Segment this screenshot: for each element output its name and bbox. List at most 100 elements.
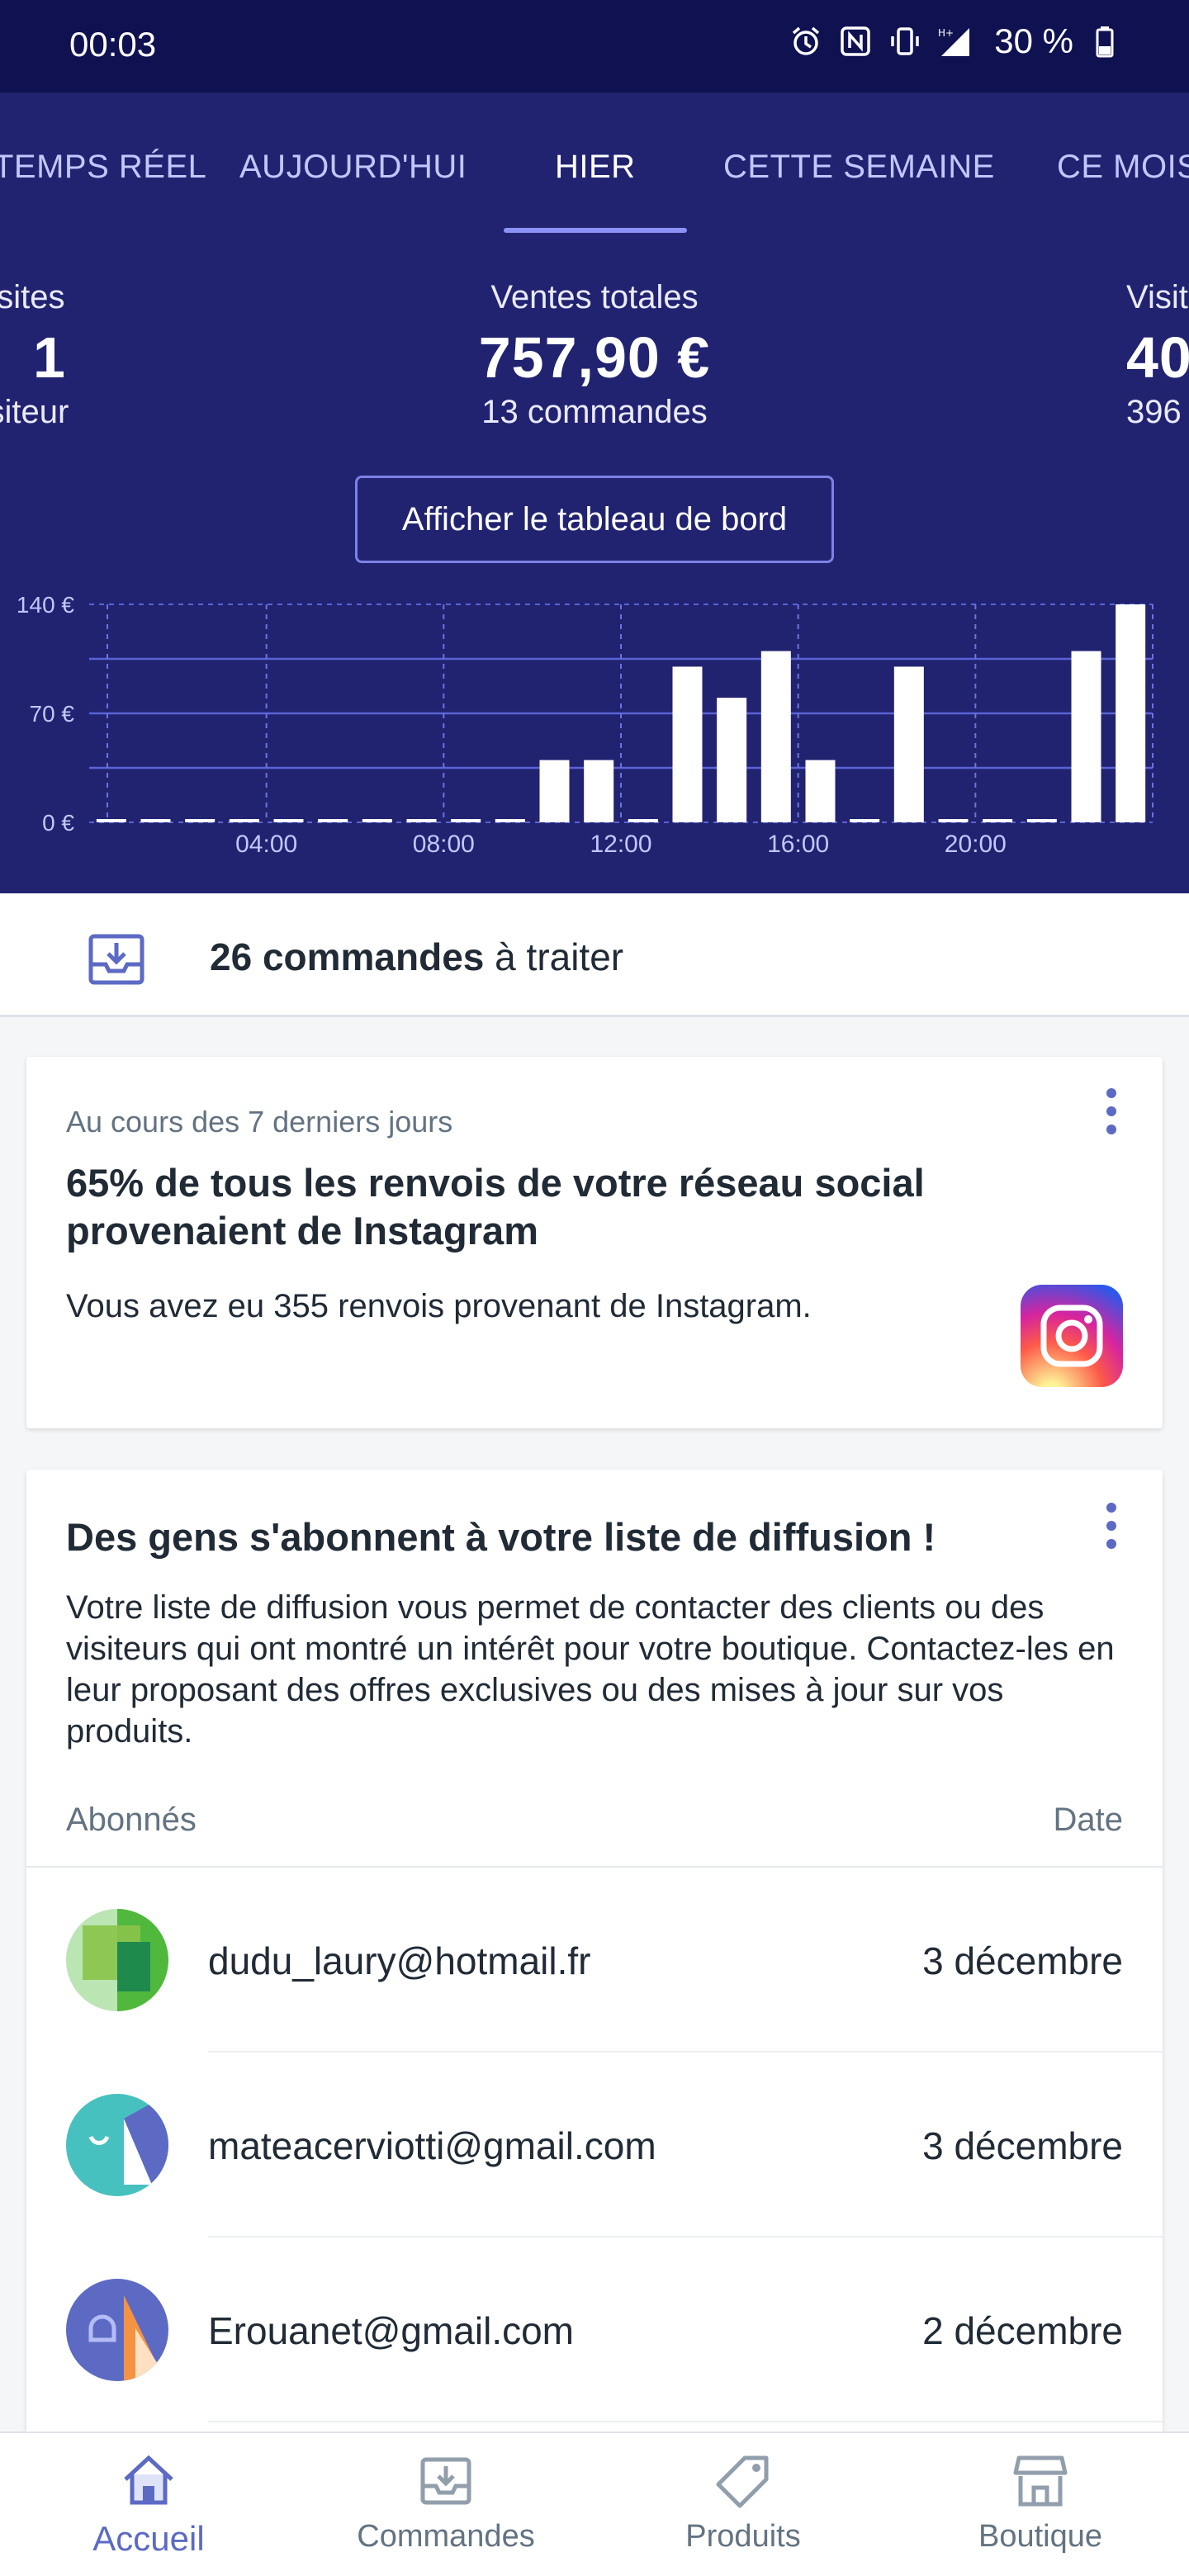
y-tick-label: 0 € [42, 810, 74, 836]
avatar [66, 2279, 168, 2381]
avatar [66, 2094, 168, 2196]
vibrate-icon [887, 23, 923, 59]
mailing-description: Votre liste de diffusion vous permet de … [66, 1589, 1115, 1750]
inbox-download-icon [88, 934, 144, 985]
more-options-icon[interactable] [1101, 1503, 1121, 1549]
metric-value: 757,90 € [478, 325, 711, 390]
nav-label: Boutique [978, 2519, 1102, 2554]
metric-value: 40 [1126, 325, 1189, 390]
nav-commandes[interactable]: Commandes [322, 2451, 570, 2555]
x-tick-label: 16:00 [767, 831, 829, 858]
chart-bar [539, 760, 570, 822]
insight-title: 65% de tous les renvois de votre réseau … [66, 1161, 925, 1252]
orders-count: 26 commandes [210, 935, 485, 978]
chart-bar [140, 819, 171, 822]
nav-label: Produits [685, 2519, 801, 2554]
y-tick-label: 140 € [17, 592, 74, 618]
chart-bar [495, 819, 525, 822]
more-options-icon[interactable] [1101, 1088, 1121, 1134]
column-header-subscribers: Abonnés [66, 1802, 197, 1838]
nfc-icon [837, 23, 874, 59]
metric-label: Visites [1126, 279, 1189, 315]
metric-sub: 396 [1126, 394, 1182, 430]
metric-value: 1 [33, 325, 66, 390]
metric-label: Visites [0, 279, 65, 315]
nav-label: Accueil [92, 2519, 205, 2558]
subscriber-email: mateacerviotti@gmail.com [208, 2124, 656, 2167]
subscriber-date: 3 décembre [922, 1939, 1123, 1982]
metric-visits-left[interactable]: Visites 1 visiteur [0, 279, 124, 431]
chart-bar [1071, 651, 1101, 822]
chart-bar [406, 819, 437, 822]
sales-chart: 0 € 70 € 140 € 04:00 08:00 12:00 16:00 20:00 [17, 592, 1153, 858]
orders-text: 26 commandes à traiter [210, 935, 623, 979]
header: 00:03 H+ 30 % TEMPS RÉEL AUJOURD'HUI HIE… [0, 0, 1189, 893]
metric-visits-right[interactable]: Visites 40 396 [1126, 279, 1189, 431]
tab-hier[interactable]: HIER [555, 149, 636, 186]
chart-bar [893, 666, 924, 822]
chart-bar [273, 819, 304, 822]
home-icon [124, 2455, 173, 2505]
active-tab-indicator [504, 228, 687, 233]
subscriber-row[interactable]: dudu_laury@hotmail.fr 3 décembre [26, 1868, 1163, 2053]
chart-bar [938, 819, 969, 822]
orders-suffix: à traiter [484, 935, 624, 978]
x-tick-label: 12:00 [590, 831, 651, 858]
chart-bar [717, 698, 747, 822]
chart-bar [584, 760, 614, 822]
nav-produits[interactable]: Produits [619, 2451, 867, 2555]
chart-bar [229, 819, 259, 822]
x-tick-label: 20:00 [945, 831, 1007, 858]
x-tick-label: 08:00 [413, 831, 475, 858]
bottom-navigation: Accueil Commandes Produits Boutique [0, 2432, 1189, 2576]
y-tick-label: 70 € [30, 701, 75, 727]
period-tabs: TEMPS RÉEL AUJOURD'HUI HIER CETTE SEMAIN… [0, 124, 1189, 239]
nav-label: Commandes [357, 2519, 535, 2554]
store-icon [1013, 2455, 1068, 2507]
chart-bar [362, 819, 392, 822]
nav-accueil[interactable]: Accueil [25, 2451, 272, 2559]
chart-bar [805, 760, 836, 822]
subscriber-date: 3 décembre [922, 2124, 1123, 2167]
metric-total-sales[interactable]: Ventes totales 757,90 € 13 commandes [388, 279, 801, 431]
orders-to-process[interactable]: 26 commandes à traiter [0, 893, 1189, 1017]
tab-cette-semaine[interactable]: CETTE SEMAINE [723, 149, 995, 186]
alarm-icon [788, 23, 824, 59]
subscriber-email: Erouanet@gmail.com [208, 2309, 574, 2352]
row-divider [208, 2421, 1163, 2422]
metric-sub: 13 commandes [481, 394, 708, 430]
mailing-title: Des gens s'abonnent à votre liste de dif… [66, 1515, 936, 1559]
status-icons: H+ 30 % [788, 21, 1123, 61]
metric-sub: visiteur [0, 394, 69, 430]
orders-icon [420, 2457, 471, 2505]
chart-bar [96, 819, 126, 822]
instagram-icon [1021, 1285, 1123, 1387]
chart-bar [983, 819, 1013, 822]
signal-icon: H+ [936, 23, 973, 59]
x-tick-label: 04:00 [235, 831, 297, 858]
mailing-list-card: Des gens s'abonnent à votre liste de dif… [26, 1470, 1163, 2460]
avatar [66, 1909, 168, 2011]
tab-temps-reel[interactable]: TEMPS RÉEL [0, 149, 206, 186]
insight-caption: Au cours des 7 derniers jours [66, 1105, 453, 1139]
tab-ce-mois[interactable]: CE MOIS [1057, 149, 1189, 186]
view-dashboard-button[interactable]: Afficher le tableau de bord [355, 476, 834, 563]
status-time: 00:03 [69, 25, 157, 64]
chart-bar [760, 651, 791, 822]
chart-bar [451, 819, 481, 822]
chart-bar [628, 819, 658, 822]
nav-boutique[interactable]: Boutique [917, 2451, 1164, 2555]
metric-label: Ventes totales [490, 279, 699, 315]
subscriber-row[interactable]: Erouanet@gmail.com 2 décembre [26, 2237, 1163, 2422]
chart-bar [672, 666, 703, 822]
chart-bar [318, 819, 348, 822]
subscriber-row[interactable]: mateacerviotti@gmail.com 3 décembre [26, 2053, 1163, 2237]
svg-text:H+: H+ [938, 27, 954, 39]
insight-body: Vous avez eu 355 renvois provenant de In… [66, 1288, 812, 1324]
subscriber-date: 2 décembre [922, 2309, 1123, 2352]
instagram-insight-card[interactable]: Au cours des 7 derniers jours 65% de tou… [26, 1057, 1163, 1428]
tab-aujourdhui[interactable]: AUJOURD'HUI [239, 149, 467, 186]
status-bar: 00:03 H+ 30 % [0, 0, 1189, 92]
column-header-date: Date [1053, 1802, 1124, 1838]
subscriber-email: dudu_laury@hotmail.fr [208, 1939, 591, 1982]
